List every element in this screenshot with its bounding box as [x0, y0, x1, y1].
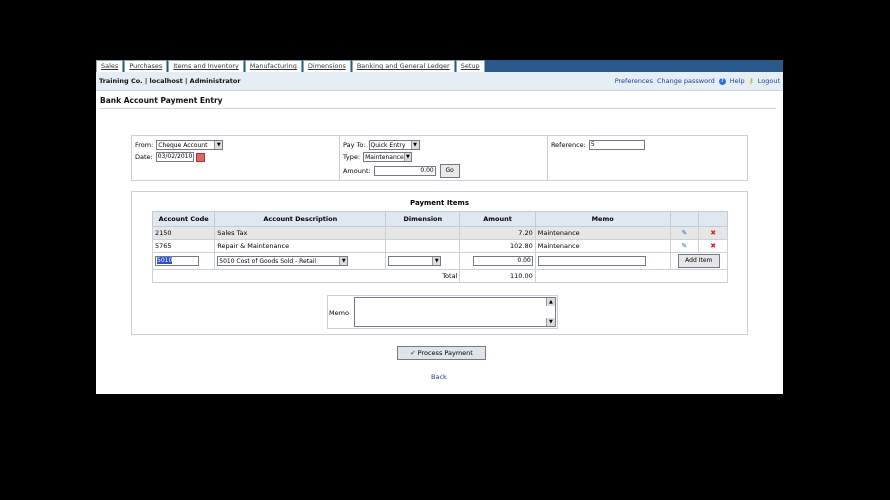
chevron-down-icon: ▼	[403, 153, 412, 161]
key-icon: ⚷	[748, 77, 754, 85]
go-button[interactable]: Go	[439, 163, 460, 178]
chevron-down-icon: ▼	[410, 141, 419, 149]
tab-items-inventory[interactable]: Items and Inventory	[168, 60, 244, 72]
new-memo-input[interactable]	[537, 256, 646, 266]
new-account-value: 5010 Cost of Goods Sold - Retail	[219, 257, 317, 265]
add-item-button[interactable]: Add Item	[677, 254, 720, 268]
new-amount-input[interactable]: 0.00	[472, 256, 533, 266]
memo-label: Memo	[329, 309, 349, 317]
chevron-down-icon: ▼	[339, 257, 348, 265]
delete-icon[interactable]: ✖	[710, 229, 716, 237]
row-code: 2150	[151, 226, 216, 240]
logout-link[interactable]: Logout	[758, 77, 780, 85]
type-select[interactable]: Maintenance ▼	[363, 152, 413, 162]
payment-items-section: Payment Items Account Code Account Descr…	[131, 191, 748, 335]
from-label: From:	[135, 141, 154, 149]
row-memo: Maintenance	[534, 239, 671, 253]
type-value: Maintenance	[365, 153, 404, 161]
new-code-input[interactable]: 5010	[155, 256, 199, 266]
tab-banking-ledger[interactable]: Banking and General Ledger	[351, 60, 455, 72]
new-account-select[interactable]: 5010 Cost of Goods Sold - Retail ▼	[217, 256, 349, 266]
info-bar: Training Co. | localhost | Administrator…	[96, 72, 783, 91]
new-dimension-select[interactable]: ▼	[388, 256, 442, 266]
header-form: From: Cheque Account ▼ Date: 03/02/2010 …	[131, 135, 748, 181]
date-label: Date:	[135, 153, 153, 161]
memo-textarea[interactable]: ▲ ▼	[353, 297, 556, 327]
row-amount: 102.80	[459, 239, 536, 253]
pencil-icon[interactable]: ✎	[681, 229, 687, 237]
preferences-link[interactable]: Preferences	[615, 77, 653, 85]
row-code: 5765	[151, 239, 216, 253]
row-dimension	[385, 239, 461, 253]
chevron-down-icon: ▼	[432, 257, 441, 265]
delete-icon[interactable]: ✖	[710, 242, 716, 250]
chevron-down-icon: ▼	[214, 141, 223, 149]
from-account-select[interactable]: Cheque Account ▼	[156, 140, 224, 150]
back-link[interactable]: Back	[431, 373, 447, 381]
amount-input[interactable]: 0.00	[373, 165, 436, 176]
from-account-value: Cheque Account	[158, 141, 208, 149]
col-account-code: Account Code	[151, 211, 216, 227]
new-item-row: 5010 5010 Cost of Goods Sold - Retail ▼ ▼…	[151, 252, 729, 270]
tab-manufacturing[interactable]: Manufacturing	[244, 60, 302, 72]
amount-label: Amount:	[342, 166, 371, 175]
payment-items-table: Account Code Account Description Dimensi…	[151, 211, 729, 283]
type-label: Type:	[342, 153, 361, 161]
tab-purchases[interactable]: Purchases	[124, 60, 168, 72]
row-dimension	[385, 226, 461, 240]
pencil-icon[interactable]: ✎	[681, 242, 687, 250]
col-memo: Memo	[534, 211, 671, 227]
calendar-icon[interactable]	[195, 152, 205, 162]
payto-select[interactable]: Quick Entry ▼	[368, 140, 420, 150]
row-amount: 7.20	[459, 226, 536, 240]
tab-setup[interactable]: Setup	[455, 60, 485, 72]
reference-input[interactable]: 5	[588, 140, 645, 150]
tab-sales[interactable]: Sales	[96, 60, 124, 72]
menu-tabbar: Sales Purchases Items and Inventory Manu…	[96, 60, 783, 72]
payment-items-title: Payment Items	[410, 199, 469, 207]
row-memo: Maintenance	[534, 226, 671, 240]
reference-label: Reference:	[550, 141, 586, 149]
scroll-down-icon[interactable]: ▼	[545, 318, 555, 326]
app-window: Sales Purchases Items and Inventory Manu…	[96, 60, 783, 394]
row-description: Repair & Maintenance	[214, 239, 387, 253]
col-account-description: Account Description	[214, 211, 387, 227]
total-row: Total 110.00	[151, 269, 729, 283]
help-icon: ?	[718, 77, 726, 85]
process-payment-button[interactable]: ✔ Process Payment	[397, 346, 486, 360]
change-password-link[interactable]: Change password	[657, 77, 715, 85]
page-title: Bank Account Payment Entry	[100, 96, 776, 109]
total-label: Total	[151, 269, 461, 283]
table-row: 5765 Repair & Maintenance 102.80 Mainten…	[151, 239, 728, 253]
col-dimension: Dimension	[385, 211, 461, 227]
total-value: 110.00	[459, 269, 536, 283]
col-delete	[698, 211, 728, 227]
payto-label: Pay To:	[342, 141, 366, 149]
payto-value: Quick Entry	[370, 141, 406, 149]
table-row: 2150 Sales Tax 7.20 Maintenance ✎ ✖	[151, 226, 728, 240]
col-amount: Amount	[459, 211, 536, 227]
scroll-up-icon[interactable]: ▲	[545, 298, 555, 306]
row-description: Sales Tax	[214, 226, 387, 240]
new-code-value: 5010	[157, 257, 173, 264]
process-payment-label: Process Payment	[417, 349, 473, 357]
col-edit	[669, 211, 700, 227]
company-info: Training Co. | localhost | Administrator	[99, 77, 241, 85]
memo-section: Memo ▲ ▼	[327, 295, 558, 329]
check-icon: ✔	[410, 349, 416, 357]
date-input[interactable]: 03/02/2010	[155, 152, 194, 162]
tab-dimensions[interactable]: Dimensions	[302, 60, 351, 72]
help-link[interactable]: Help	[730, 77, 745, 85]
